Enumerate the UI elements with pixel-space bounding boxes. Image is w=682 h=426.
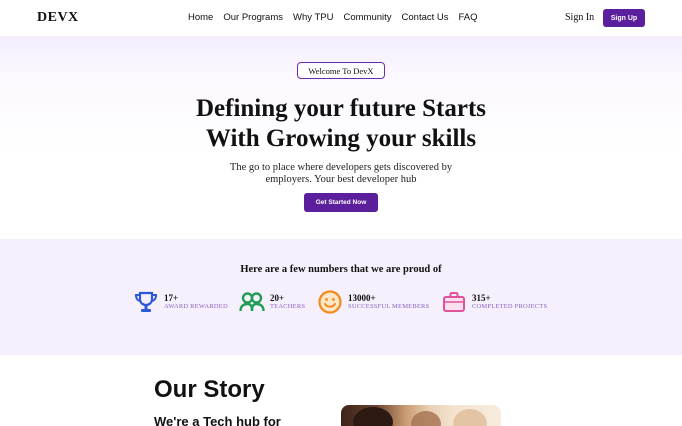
stat-value: 20+: [270, 293, 285, 303]
top-navbar: DEVX Home Our Programs Why TPU Community…: [0, 0, 682, 36]
story-image-shape: [411, 411, 441, 426]
get-started-button[interactable]: Get Started Now: [304, 193, 378, 212]
nav-link-community[interactable]: Community: [343, 12, 391, 23]
stat-value: 13000+: [348, 293, 376, 303]
stat-label: AWARD REWARDED: [164, 303, 228, 310]
logo[interactable]: DEVX: [37, 10, 79, 26]
story-image-shape: [353, 407, 393, 426]
stat-label: COMPLETED PROJECTS: [472, 303, 548, 310]
our-story-subtitle: We're a Tech hub for: [154, 414, 281, 426]
trophy-icon: [133, 289, 159, 315]
stat-value: 17+: [164, 293, 179, 303]
nav-menu: Home Our Programs Why TPU Community Cont…: [188, 12, 478, 23]
story-image: [341, 405, 501, 426]
welcome-badge: Welcome To DevX: [297, 62, 385, 79]
story-image-shape: [453, 409, 487, 426]
users-icon: [239, 289, 265, 315]
stat-label: TEACHERS: [270, 303, 306, 310]
stats-title: Here are a few numbers that we are proud…: [240, 264, 442, 275]
hero-title-line-2: With Growing your skills: [205, 125, 477, 152]
stat-label: SUCCESSFUL MEMEBERS: [348, 303, 430, 310]
hero-subtitle-line-1: The go to place where developers gets di…: [229, 162, 453, 173]
sign-up-button[interactable]: Sign Up: [603, 9, 645, 27]
nav-link-contact-us[interactable]: Contact Us: [402, 12, 449, 23]
nav-link-home[interactable]: Home: [188, 12, 213, 23]
nav-link-our-programs[interactable]: Our Programs: [223, 12, 283, 23]
our-story-title: Our Story: [154, 376, 265, 403]
hero-subtitle-line-2: employers. Your best developer hub: [265, 174, 417, 185]
sign-in-link[interactable]: Sign In: [565, 12, 594, 23]
smile-icon: [317, 289, 343, 315]
hero-title-line-1: Defining your future Starts: [195, 95, 487, 122]
nav-link-why-tpu[interactable]: Why TPU: [293, 12, 333, 23]
stat-value: 315+: [472, 293, 491, 303]
nav-link-faq[interactable]: FAQ: [459, 12, 478, 23]
briefcase-icon: [441, 289, 467, 315]
